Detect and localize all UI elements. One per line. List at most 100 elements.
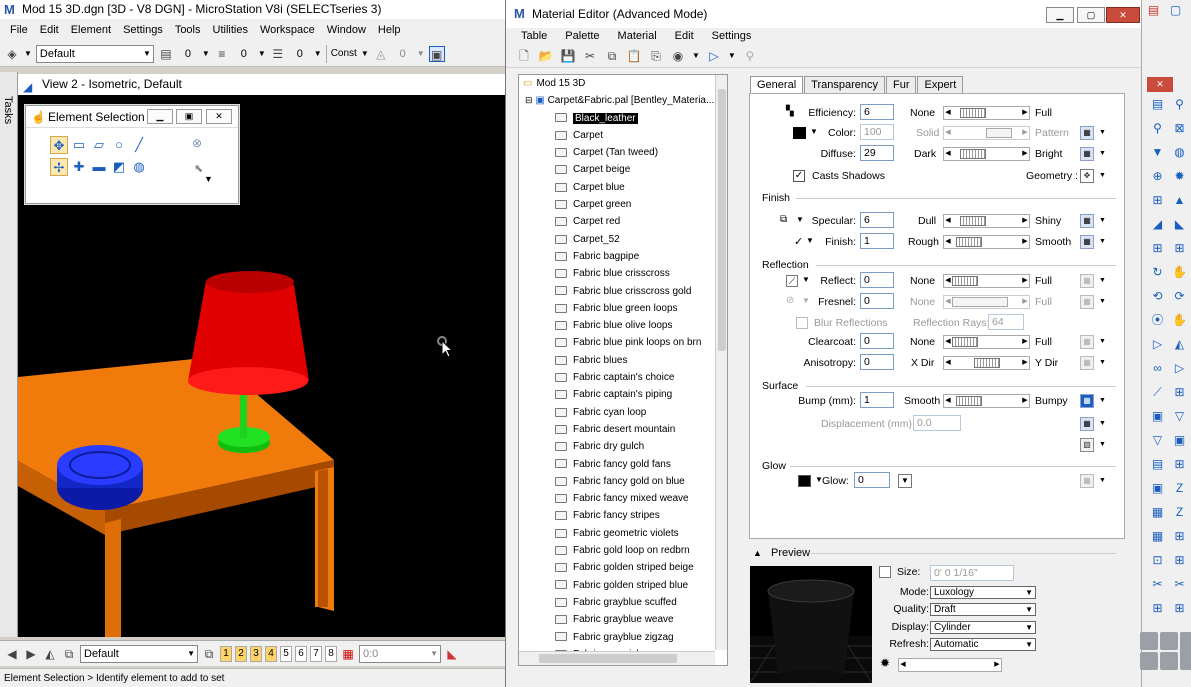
close-button[interactable]: ✕ xyxy=(206,109,232,124)
strip-tool-icon[interactable]: ∞ xyxy=(1150,361,1165,376)
strip-tool-icon[interactable]: ⊞ xyxy=(1150,193,1165,208)
strip-tool-icon[interactable]: ⊡ xyxy=(1150,553,1165,568)
select-all-icon[interactable]: ◍ xyxy=(130,158,148,176)
view-5-button[interactable]: 5 xyxy=(280,645,292,662)
bump-slider[interactable]: ◀ ▶ xyxy=(943,394,1030,408)
finish-input[interactable] xyxy=(860,233,894,249)
subtract-mode-icon[interactable]: ▬ xyxy=(90,158,108,176)
element-selection-header[interactable]: ☝ Element Selection ▁ ▣ ✕ xyxy=(26,106,238,128)
menu-settings[interactable]: Settings xyxy=(705,28,759,44)
active-level-select[interactable]: Default xyxy=(35,44,154,63)
strip-tool-icon[interactable]: ✋ xyxy=(1172,265,1187,280)
strip-tool-icon[interactable]: ▣ xyxy=(1172,433,1187,448)
reflect-slider[interactable]: ◀ ▶ xyxy=(943,274,1030,288)
strip-tool-icon[interactable]: ⦿ xyxy=(1150,313,1165,328)
tab-fur[interactable]: Fur xyxy=(885,76,917,94)
rotate-icon[interactable]: ◣ xyxy=(444,646,460,662)
view-1-button[interactable]: 1 xyxy=(220,645,232,662)
tool-icon-document[interactable]: ▢ xyxy=(1168,3,1183,18)
tree-horizontal-scrollbar[interactable] xyxy=(519,651,715,665)
view-8-button[interactable]: 8 xyxy=(325,645,337,662)
strip-tool-icon[interactable]: ⚲ xyxy=(1150,121,1165,136)
coordinate-field[interactable]: 0:0 xyxy=(359,644,441,663)
strip-tool-icon[interactable]: ◣ xyxy=(1172,217,1187,232)
circle-select-icon[interactable]: ○ xyxy=(110,136,128,154)
material-item[interactable]: Carpet_52 xyxy=(519,231,727,248)
scroll-thumb[interactable] xyxy=(539,654,677,663)
palette-icon[interactable]: ◉ xyxy=(670,48,686,64)
strip-tool-icon[interactable]: ⊞ xyxy=(1150,601,1165,616)
add-mode-icon[interactable]: ✚ xyxy=(70,158,88,176)
strip-close-button[interactable]: ✕ xyxy=(1147,77,1173,92)
strip-tool-icon[interactable]: ⊞ xyxy=(1172,241,1187,256)
strip-tool-icon[interactable]: ⊞ xyxy=(1172,385,1187,400)
material-item[interactable]: Fabric grayblue zigzag xyxy=(519,629,727,646)
menu-window[interactable]: Window xyxy=(321,19,372,41)
clearcoat-map-icon[interactable]: ▦ xyxy=(1080,335,1106,349)
glow-options-button[interactable]: ▼ xyxy=(898,474,912,488)
strip-tool-icon[interactable]: ⊕ xyxy=(1150,169,1165,184)
line-select-icon[interactable]: ╱ xyxy=(130,136,148,154)
strip-tool-icon[interactable]: ▦ xyxy=(1150,529,1165,544)
material-item[interactable]: Fabric fancy stripes xyxy=(519,507,727,524)
strip-tool-icon[interactable]: Z xyxy=(1172,505,1187,520)
material-item[interactable]: Fabric fancy gold on blue xyxy=(519,473,727,490)
cut-icon[interactable]: ✂ xyxy=(582,48,598,64)
maximize-button[interactable]: ▢ xyxy=(1077,7,1105,23)
strip-tool-icon[interactable]: ▤ xyxy=(1150,97,1165,112)
material-editor-title-bar[interactable]: M Material Editor (Advanced Mode) ▁ ▢ ✕ xyxy=(506,0,1142,28)
strip-tool-icon[interactable]: ⊞ xyxy=(1172,601,1187,616)
strip-tool-icon[interactable]: ▣ xyxy=(1150,481,1165,496)
level-manager-icon[interactable]: ◈ xyxy=(4,46,20,62)
close-button[interactable]: ✕ xyxy=(1106,7,1140,23)
menu-help[interactable]: Help xyxy=(372,19,407,41)
apply-icon[interactable]: ▷ xyxy=(706,48,722,64)
reflect-map-icon[interactable]: ▦ xyxy=(1080,274,1106,288)
collapse-arrow-icon[interactable]: ▲ xyxy=(753,548,762,558)
reflect-dropdown-icon[interactable]: ▼ xyxy=(802,275,810,284)
strip-tool-icon[interactable]: ↻ xyxy=(1150,265,1165,280)
bump-map-icon[interactable]: ▦ xyxy=(1080,394,1106,408)
color-dropdown-icon[interactable]: ▼ xyxy=(202,49,210,58)
apply-dropdown-icon[interactable]: ▼ xyxy=(728,51,736,60)
minimize-button[interactable]: ▁ xyxy=(147,109,173,124)
finish-map-icon[interactable]: ▦ xyxy=(1080,235,1106,249)
material-item[interactable]: Fabric bagpipe xyxy=(519,248,727,265)
material-item[interactable]: Carpet red xyxy=(519,213,727,230)
line-weight-value[interactable]: 0 xyxy=(290,48,310,60)
view-back-icon[interactable]: ◀ xyxy=(4,646,20,662)
tile-icon[interactable] xyxy=(1160,652,1178,670)
strip-tool-icon[interactable]: ◢ xyxy=(1150,217,1165,232)
invert-mode-icon[interactable]: ◩ xyxy=(110,158,128,176)
collapse-icon[interactable]: ⊟ xyxy=(525,95,533,105)
strip-tool-icon[interactable]: ▷ xyxy=(1150,337,1165,352)
new-mode-icon[interactable]: ✢ xyxy=(50,158,68,176)
tab-transparency[interactable]: Transparency xyxy=(804,76,885,94)
mode-select[interactable]: Luxology xyxy=(930,586,1036,599)
material-item[interactable]: Black_leather xyxy=(519,110,727,127)
new-icon[interactable]: 🗋 xyxy=(516,48,532,64)
displacement-input[interactable] xyxy=(913,415,961,431)
level-manager-dropdown-icon[interactable]: ▼ xyxy=(24,49,32,58)
strip-tool-icon[interactable]: ◭ xyxy=(1172,337,1187,352)
material-item[interactable]: Fabric gold loop on redbrn xyxy=(519,542,727,559)
tab-expert[interactable]: Expert xyxy=(917,76,964,94)
copy-icon[interactable]: ⧉ xyxy=(604,48,620,64)
geometry-icon[interactable]: ✥ xyxy=(1080,169,1106,183)
material-item[interactable]: Fabric fancy mixed weave xyxy=(519,490,727,507)
menu-file[interactable]: File xyxy=(4,19,34,41)
material-item[interactable]: Fabric golden striped beige xyxy=(519,559,727,576)
anisotropy-map-icon[interactable]: ▦ xyxy=(1080,356,1106,370)
view-2-button[interactable]: 2 xyxy=(235,645,247,662)
tile-icon[interactable] xyxy=(1140,632,1158,650)
strip-tool-icon[interactable]: ▼ xyxy=(1150,145,1165,160)
material-item[interactable]: Fabric blue green loops xyxy=(519,300,727,317)
view-6-button[interactable]: 6 xyxy=(295,645,307,662)
material-item[interactable]: Carpet (Tan tweed) xyxy=(519,144,727,161)
shape-select-icon[interactable]: ▱ xyxy=(90,136,108,154)
material-item[interactable]: Carpet beige xyxy=(519,161,727,178)
reflect-input[interactable] xyxy=(860,272,894,288)
material-item[interactable]: Fabric blue olive loops xyxy=(519,317,727,334)
class-select[interactable]: Const xyxy=(331,48,357,59)
tasks-panel[interactable]: Tasks xyxy=(0,72,18,637)
